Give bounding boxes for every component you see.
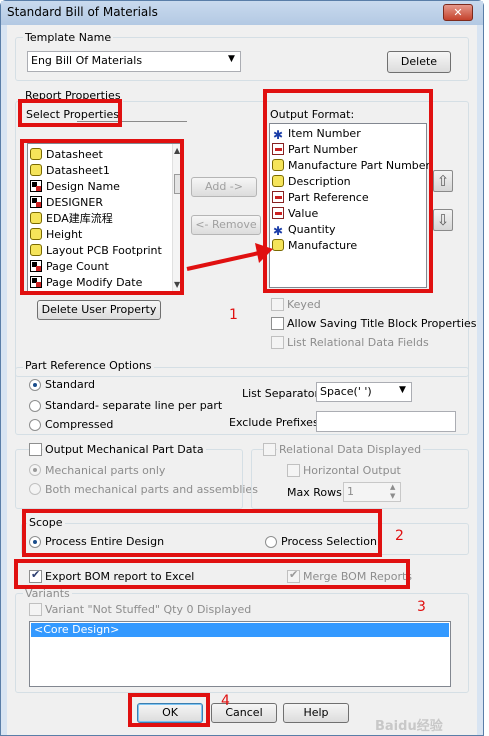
window-title: Standard Bill of Materials — [7, 5, 158, 19]
relational-data-label: Relational Data Displayed — [277, 443, 424, 456]
variants-list[interactable]: <Core Design> — [29, 621, 451, 687]
arrow-down-icon: ⇩ — [436, 211, 450, 229]
standard-radio-dot — [33, 383, 37, 387]
standard-radio[interactable] — [29, 379, 41, 391]
close-button[interactable]: ✕ — [443, 4, 473, 21]
horizontal-output-label: Horizontal Output — [303, 464, 401, 477]
annotation-box-select-list — [20, 139, 184, 295]
horizontal-output-checkbox[interactable] — [287, 464, 300, 477]
list-relational-checkbox[interactable] — [271, 336, 284, 349]
max-rows-label: Max Rows — [287, 486, 342, 499]
arrow-up-icon: ⇧ — [436, 172, 450, 190]
part-reference-label: Part Reference Options — [23, 359, 154, 372]
annotation-number-3: 3 — [417, 599, 426, 615]
separator-chevron-down-icon: ▼ — [399, 385, 406, 395]
annotation-box-export — [14, 559, 410, 589]
separate-line-label: Standard- separate line per part — [45, 399, 223, 412]
watermark-logo: Baidu经验 — [375, 719, 443, 734]
annotation-box-scope — [22, 509, 382, 557]
compressed-radio[interactable] — [29, 419, 41, 431]
variant-selected-row[interactable]: <Core Design> — [31, 623, 449, 637]
add-button[interactable]: Add -> — [191, 177, 257, 197]
dialog-client: Template Name Eng Bill Of Materials ▼ De… — [7, 25, 477, 735]
bom-dialog-window: Standard Bill of Materials ✕ Template Na… — [0, 0, 484, 736]
mechanical-group — [15, 449, 243, 509]
template-select[interactable]: Eng Bill Of Materials ▼ — [27, 51, 241, 72]
list-separator-label: List Separator: — [242, 387, 323, 400]
separate-line-radio[interactable] — [29, 400, 41, 412]
variant-selected-label: <Core Design> — [34, 623, 120, 636]
max-rows-input[interactable]: 1 ▲ ▼ — [343, 482, 401, 502]
mechanical-only-dot — [33, 468, 37, 472]
output-mechanical-checkbox[interactable] — [29, 443, 42, 456]
max-rows-value: 1 — [347, 485, 354, 498]
spin-down-icon[interactable]: ▼ — [390, 492, 395, 500]
allow-saving-label: Allow Saving Title Block Properties — [287, 317, 477, 330]
annotation-box-select-label — [18, 99, 122, 127]
annotation-box-output — [263, 89, 433, 293]
annotation-number-4: 4 — [221, 693, 230, 709]
list-relational-label: List Relational Data Fields — [287, 336, 429, 349]
mechanical-only-label: Mechanical parts only — [45, 464, 166, 477]
compressed-label: Compressed — [45, 418, 114, 431]
annotation-box-ok — [128, 693, 210, 727]
annotation-number-1: 1 — [229, 307, 238, 323]
annotation-arrow-icon — [186, 243, 273, 271]
keyed-label: Keyed — [287, 298, 321, 311]
move-down-button[interactable]: ⇩ — [433, 209, 453, 231]
mechanical-only-radio[interactable] — [29, 464, 41, 476]
list-separator-value: Space(' ') — [320, 385, 372, 398]
chevron-down-icon: ▼ — [228, 54, 235, 64]
keyed-checkbox[interactable] — [271, 298, 284, 311]
annotation-number-2: 2 — [395, 528, 404, 544]
output-mechanical-label: Output Mechanical Part Data — [43, 443, 206, 456]
delete-template-button[interactable]: Delete — [387, 51, 451, 73]
mechanical-both-label: Both mechanical parts and assemblies — [45, 483, 258, 496]
relational-data-checkbox[interactable] — [263, 443, 276, 456]
move-up-button[interactable]: ⇧ — [433, 170, 453, 192]
spin-up-icon[interactable]: ▲ — [390, 483, 395, 491]
template-value: Eng Bill Of Materials — [31, 54, 143, 67]
mechanical-both-radio[interactable] — [29, 483, 41, 495]
template-group-label: Template Name — [23, 31, 114, 44]
exclude-prefixes-input[interactable] — [316, 411, 456, 432]
allow-saving-checkbox[interactable] — [271, 317, 284, 330]
standard-label: Standard — [45, 378, 96, 391]
help-button[interactable]: Help — [283, 703, 349, 723]
variant-not-stuffed-checkbox[interactable] — [29, 603, 42, 616]
list-separator-select[interactable]: Space(' ') ▼ — [316, 382, 412, 402]
title-bar[interactable]: Standard Bill of Materials ✕ — [1, 1, 483, 25]
variant-not-stuffed-label: Variant "Not Stuffed" Qty 0 Displayed — [45, 603, 252, 616]
delete-user-property-button[interactable]: Delete User Property — [37, 300, 161, 320]
exclude-prefixes-label: Exclude Prefixes: — [229, 416, 323, 429]
